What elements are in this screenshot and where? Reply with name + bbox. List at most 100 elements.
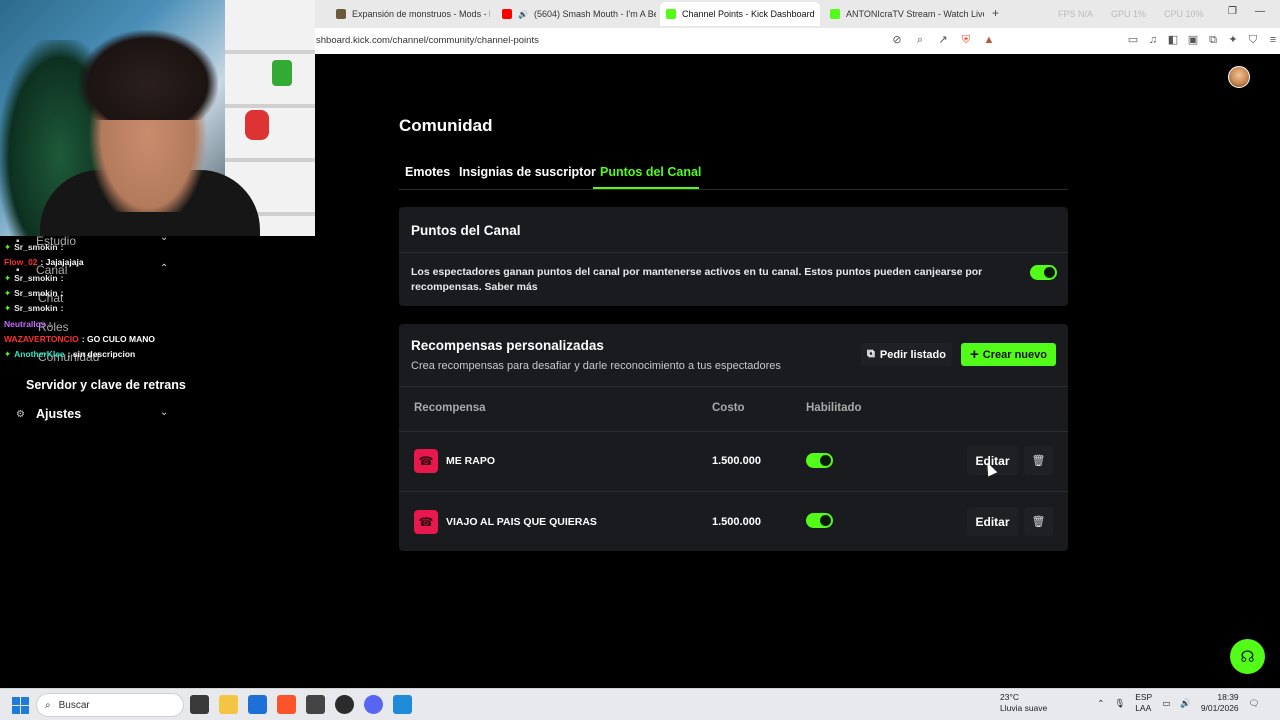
restore-icon[interactable]: ❐ [1228, 6, 1237, 17]
browser-tab[interactable]: Expansión de monstruos - Mods - M [330, 2, 490, 26]
edit-reward-button[interactable]: Editar [967, 507, 1018, 536]
browser-tab[interactable]: ANTONIcraTV Stream - Watch Live o [824, 2, 984, 26]
chat-message: ✦ Sr_smokin : [4, 303, 64, 313]
vpn-icon[interactable]: ⛉ [1246, 33, 1260, 47]
tab-channel-points[interactable]: Puntos del Canal [600, 165, 701, 179]
active-tab-indicator [593, 187, 699, 189]
reward-icon: ☎ [414, 449, 438, 473]
brave-rewards-icon[interactable]: ▲ [982, 33, 996, 47]
headset-icon: ☊ [1240, 648, 1255, 666]
mod-badge-icon: ✦ [4, 273, 12, 283]
delete-reward-button[interactable]: 🗑 [1024, 446, 1053, 475]
notepad-icon[interactable] [393, 695, 412, 714]
taskbar-apps [190, 695, 412, 714]
taskbar-search[interactable]: ⌕ Buscar [36, 693, 184, 717]
divider [399, 252, 1068, 253]
chevron-down-icon[interactable]: ⌄ [160, 407, 168, 418]
create-new-button[interactable]: + Crear nuevo [961, 343, 1056, 366]
language-indicator[interactable]: ESP LAA [1135, 692, 1152, 714]
window-controls: ❐ — [1228, 6, 1265, 17]
kick-icon [666, 9, 676, 19]
plus-icon: + [970, 346, 979, 363]
chat-message: ✦ Sr_smokin : [4, 288, 64, 298]
divider [399, 386, 1068, 387]
page-title: Comunidad [399, 116, 493, 135]
chat-message: WAZAVERTONCIO : GO CULO MANO [4, 334, 155, 344]
column-header-cost: Costo [712, 402, 745, 414]
file-explorer-icon[interactable] [219, 695, 238, 714]
browser-tab[interactable]: 🔊 (5604) Smash Mouth - I'm A Beli [496, 2, 656, 26]
chat-overlay: ✦ Sr_smokin : Flow_02 : Jajajajaja ✦ Sr_… [0, 238, 312, 363]
custom-rewards-card: Recompensas personalizadas Crea recompen… [399, 324, 1068, 551]
sidebar-item-server-key[interactable]: Servidor y clave de retrans [26, 378, 186, 392]
task-view-icon[interactable] [190, 695, 209, 714]
new-tab-button[interactable]: + [992, 6, 999, 20]
youtube-icon [502, 9, 512, 19]
user-avatar[interactable] [1228, 66, 1250, 88]
tab-subscriber-badges[interactable]: Insignias de suscriptor [459, 165, 596, 179]
screen: Expansión de monstruos - Mods - M 🔊 (560… [0, 0, 1280, 720]
app-icon[interactable] [306, 695, 325, 714]
tab-emotes[interactable]: Emotes [405, 165, 450, 179]
zoom-icon[interactable]: ⌕ [913, 33, 927, 47]
address-bar-icons: ⊘ ⌕ ↗ ⛨ ▲ [890, 33, 996, 47]
chat-message: ✦ Sr_smokin : [4, 273, 64, 283]
chevron-up-icon[interactable]: ⌃ [1097, 698, 1104, 709]
browser-tab-active[interactable]: Channel Points - Kick Dashboard ✕ [660, 2, 820, 26]
channel-points-card: Puntos del Canal Los espectadores ganan … [399, 207, 1068, 306]
store-icon[interactable] [248, 695, 267, 714]
leo-ai-icon[interactable]: ✦ [1226, 33, 1240, 47]
toy-figure [245, 110, 269, 140]
request-list-button[interactable]: ⧉ Pedir listado [861, 343, 952, 366]
wallet-icon[interactable]: ▣ [1186, 33, 1200, 47]
reward-enabled-toggle[interactable] [806, 453, 833, 468]
support-chat-button[interactable]: ☊ [1230, 639, 1265, 674]
share-icon[interactable]: ↗ [936, 33, 950, 47]
reward-enabled-toggle[interactable] [806, 513, 833, 528]
extension-icons: ▭ ♫ ◧ ▣ ⧉ ✦ ⛉ ≡ [1126, 33, 1280, 47]
volume-icon[interactable]: 🔊 [1180, 698, 1191, 709]
channel-points-title: Puntos del Canal [411, 223, 521, 238]
chat-message: Neutrallos : [4, 319, 52, 329]
kick-icon [830, 9, 840, 19]
sidebar-item-settings[interactable]: ⚙ Ajustes [16, 407, 81, 421]
bookmark-icon[interactable]: ⧉ [1206, 33, 1220, 47]
discord-icon[interactable] [364, 695, 383, 714]
webcam-overlay [0, 0, 315, 236]
divider [399, 431, 1068, 432]
channel-points-description: Los espectadores ganan puntos del canal … [411, 266, 983, 293]
reward-name: VIAJO AL PAIS QUE QUIERAS [446, 516, 597, 528]
channel-points-toggle[interactable] [1030, 265, 1057, 280]
microphone-icon[interactable]: 🎙 [1114, 698, 1125, 709]
brave-shield-icon[interactable]: ⛨ [959, 33, 973, 47]
column-header-reward: Recompensa [414, 402, 486, 414]
mod-badge-icon: ✦ [4, 242, 12, 252]
panel-icon[interactable]: ◧ [1166, 33, 1180, 47]
obs-icon[interactable] [335, 695, 354, 714]
external-link-icon: ⧉ [867, 348, 875, 360]
delete-reward-button[interactable]: 🗑 [1024, 507, 1053, 536]
url-field[interactable]: shboard.kick.com/channel/community/chann… [316, 35, 539, 46]
chat-message: Flow_02 : Jajajajaja [4, 257, 84, 267]
notification-icon[interactable]: 🗨 [1249, 698, 1260, 709]
rewards-subtitle: Crea recompensas para desafiar y darle r… [411, 360, 781, 372]
minimize-icon[interactable]: — [1255, 6, 1265, 17]
sidebar-toggle-icon[interactable]: ▭ [1126, 33, 1140, 47]
windows-start-button[interactable] [12, 697, 29, 714]
weather-widget[interactable]: 23°C Lluvia suave [1000, 692, 1047, 714]
streamer-hair [78, 30, 218, 120]
windows-taskbar: ⌕ Buscar 23°C Lluvia suave ⌃ 🎙 ESP LAA ▭… [0, 688, 1280, 720]
rewards-title: Recompensas personalizadas [411, 338, 604, 353]
gear-icon: ⚙ [16, 409, 25, 420]
brave-browser-icon[interactable] [277, 695, 296, 714]
mute-icon[interactable]: ⊘ [890, 33, 904, 47]
network-icon[interactable]: ▭ [1162, 698, 1170, 709]
reward-cost: 1.500.000 [712, 455, 761, 467]
trash-icon: 🗑 [1031, 455, 1046, 467]
music-icon[interactable]: ♫ [1146, 33, 1160, 47]
clock[interactable]: 18:39 9/01/2026 [1201, 692, 1239, 714]
reward-cost: 1.500.000 [712, 516, 761, 528]
menu-icon[interactable]: ≡ [1266, 33, 1280, 47]
trash-icon: 🗑 [1031, 516, 1046, 528]
divider [399, 491, 1068, 492]
